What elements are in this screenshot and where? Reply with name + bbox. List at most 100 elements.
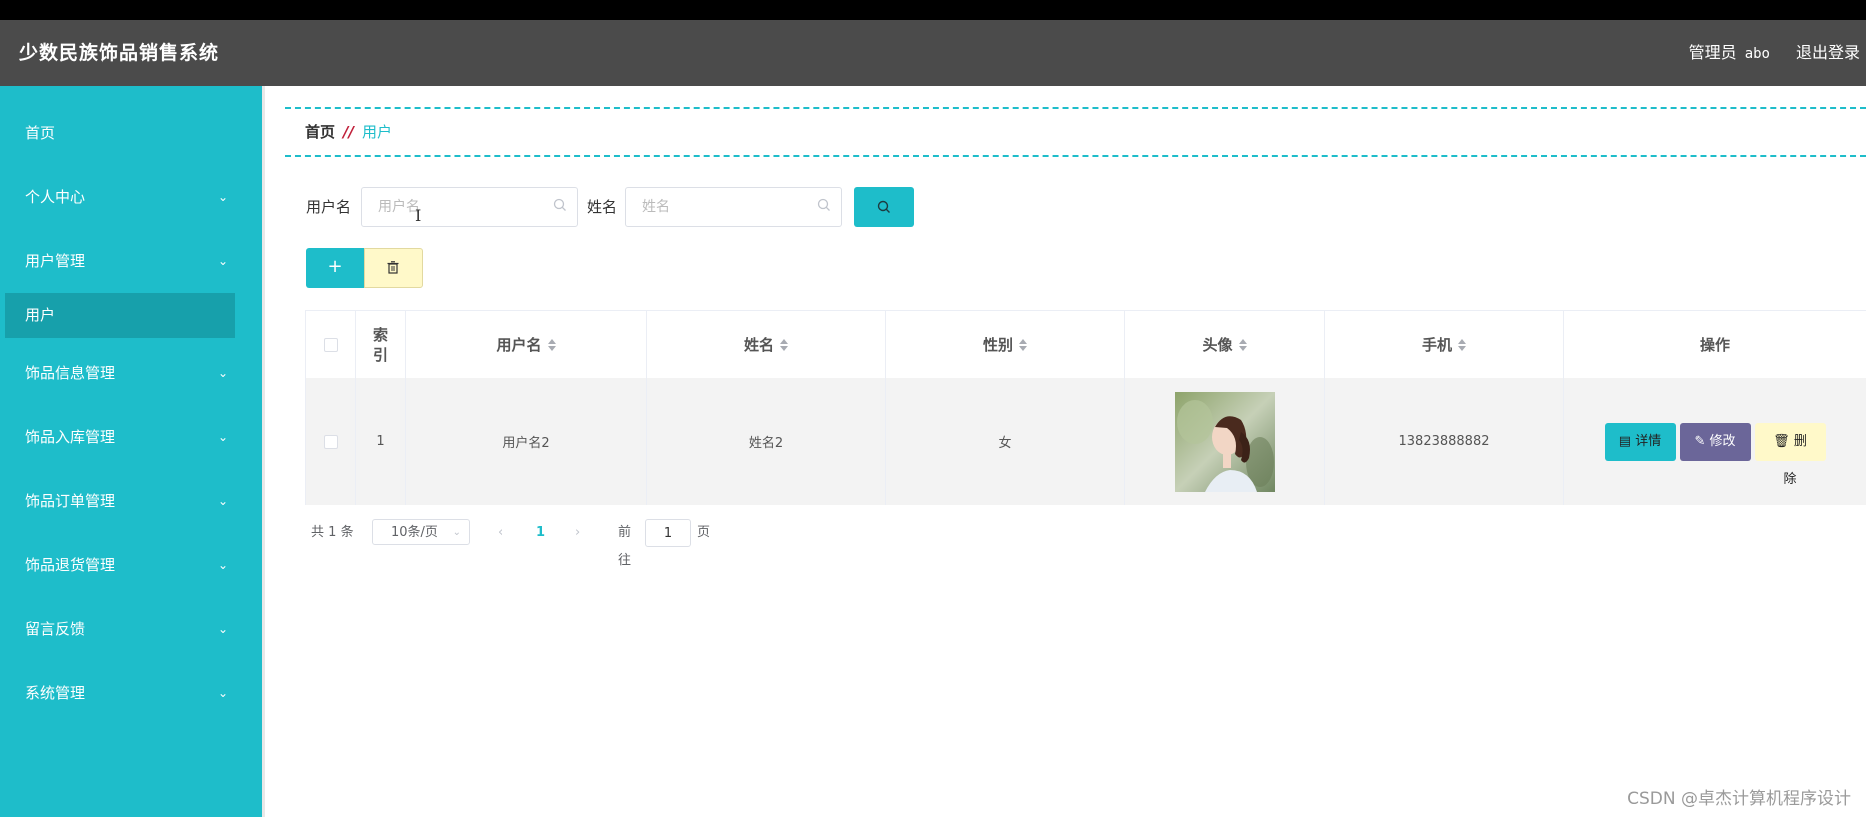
- sort-icon[interactable]: [1019, 338, 1027, 351]
- trash-icon: 🗑: [1773, 433, 1794, 449]
- username-search-input[interactable]: [376, 188, 530, 226]
- header-username-label: 用户名: [496, 336, 542, 354]
- name-search-input[interactable]: [640, 188, 794, 226]
- goto-suffix: 页: [697, 525, 711, 540]
- sidebar: 首页 个人中心 ⌄ 用户管理 ⌄ 用户 饰品信息管理 ⌄ 饰品入库管理 ⌄ 饰品…: [0, 86, 265, 817]
- header-index: 索引: [356, 311, 406, 378]
- top-black-strip: [0, 0, 1866, 20]
- header-gender-label: 性别: [982, 336, 1013, 354]
- sidebar-item-accessory-stock-in[interactable]: 饰品入库管理 ⌄: [0, 405, 262, 469]
- search-bar: 用户名 姓名: [306, 187, 1006, 227]
- sidebar-subitem-user[interactable]: 用户: [5, 293, 235, 338]
- sidebar-item-label: 饰品订单管理: [25, 492, 116, 510]
- pencil-icon: ✎: [1694, 433, 1710, 449]
- chevron-down-icon: ⌄: [217, 622, 228, 636]
- goto-label: 前往: [618, 525, 632, 568]
- breadcrumb-home[interactable]: 首页: [305, 123, 335, 141]
- sort-icon[interactable]: [1238, 338, 1247, 351]
- header-gender[interactable]: 性别: [886, 311, 1125, 378]
- sidebar-item-label: 系统管理: [25, 684, 86, 702]
- user-area: 管理员 abo 退出登录: [1689, 20, 1860, 87]
- user-name: abo: [1744, 46, 1770, 62]
- cell-gender: 女: [886, 378, 1125, 505]
- detail-button[interactable]: ▤ 详情: [1604, 422, 1676, 461]
- select-all-cell: [306, 311, 356, 378]
- search-icon: [817, 198, 830, 211]
- sort-icon[interactable]: [1458, 338, 1466, 351]
- sort-icon[interactable]: [547, 338, 556, 351]
- header-ops-label: 操作: [1699, 336, 1730, 354]
- cell-ops: ▤ 详情 ✎ 修改 🗑 删除: [1564, 378, 1866, 505]
- name-search-field[interactable]: [625, 187, 842, 227]
- header-ops: 操作: [1564, 311, 1866, 378]
- chevron-down-icon: ⌄: [217, 558, 228, 572]
- goto-page-input[interactable]: 1: [645, 519, 691, 547]
- header-username[interactable]: 用户名: [406, 311, 647, 378]
- header-index-label: 索引: [372, 325, 388, 364]
- sidebar-item-label: 留言反馈: [25, 620, 86, 638]
- username-search-field[interactable]: [361, 187, 578, 227]
- sidebar-item-label: 饰品信息管理: [25, 364, 116, 382]
- sidebar-item-feedback[interactable]: 留言反馈 ⌄: [0, 597, 262, 661]
- pagination-total: 共 1 条: [311, 519, 354, 547]
- cell-username: 用户名2: [406, 378, 647, 505]
- sidebar-item-system-management[interactable]: 系统管理 ⌄: [0, 661, 262, 725]
- user-table: 索引 用户名 姓名 性别 头像 手机 操作 1 用户名2 姓名2 女 13823…: [305, 310, 1866, 505]
- sidebar-item-user-management[interactable]: 用户管理 ⌄: [0, 229, 262, 293]
- breadcrumb-separator: //: [343, 123, 354, 141]
- page-size-select[interactable]: 10条/页 ⌄: [372, 519, 470, 545]
- batch-delete-button[interactable]: [364, 248, 423, 288]
- sidebar-item-home[interactable]: 首页: [0, 101, 262, 165]
- edit-button[interactable]: ✎ 修改: [1679, 422, 1751, 461]
- edit-button-label: 修改: [1709, 433, 1736, 449]
- watermark: CSDN @卓杰计算机程序设计: [1627, 789, 1851, 809]
- search-icon: [553, 198, 566, 211]
- chevron-down-icon: ⌄: [217, 366, 228, 380]
- chevron-down-icon: ⌄: [217, 254, 228, 268]
- sidebar-item-label: 饰品退货管理: [25, 556, 116, 574]
- prev-page-button[interactable]: ‹: [498, 519, 503, 547]
- chevron-down-icon: ⌄: [217, 430, 228, 444]
- select-all-checkbox[interactable]: [323, 337, 338, 352]
- text-cursor-icon: I: [415, 206, 422, 225]
- cell-name: 姓名2: [647, 378, 886, 505]
- total-suffix: 条: [340, 525, 354, 540]
- app-title: 少数民族饰品销售系统: [19, 42, 220, 64]
- header-name[interactable]: 姓名: [647, 311, 886, 378]
- sidebar-item-accessory-returns[interactable]: 饰品退货管理 ⌄: [0, 533, 262, 597]
- sidebar-item-label: 个人中心: [25, 188, 86, 206]
- avatar[interactable]: [1174, 391, 1275, 492]
- search-icon: [877, 200, 890, 213]
- add-button[interactable]: +: [306, 248, 364, 288]
- page-number[interactable]: 1: [536, 519, 545, 547]
- table-row: 1 用户名2 姓名2 女 13823888882 ▤ 详情 ✎ 修改 🗑 删除: [306, 378, 1866, 505]
- cell-avatar: [1125, 378, 1325, 505]
- trash-icon: [387, 261, 399, 274]
- sidebar-item-label: 首页: [25, 124, 56, 142]
- cell-index: 1: [356, 378, 406, 505]
- header-avatar[interactable]: 头像: [1125, 311, 1325, 378]
- chevron-down-icon: ⌄: [217, 190, 228, 204]
- header-name-label: 姓名: [743, 336, 774, 354]
- username-label: 用户名: [306, 198, 352, 216]
- header-phone[interactable]: 手机: [1325, 311, 1564, 378]
- row-checkbox[interactable]: [323, 434, 338, 449]
- table-header: 索引 用户名 姓名 性别 头像 手机 操作: [306, 311, 1866, 379]
- logout-button[interactable]: 退出登录: [1796, 43, 1860, 62]
- total-prefix: 共: [311, 525, 325, 540]
- sidebar-item-accessory-orders[interactable]: 饰品订单管理 ⌄: [0, 469, 262, 533]
- app-header: 少数民族饰品销售系统 管理员 abo 退出登录: [0, 20, 1866, 86]
- document-icon: ▤: [1618, 433, 1636, 449]
- delete-button[interactable]: 🗑 删除: [1754, 422, 1826, 487]
- detail-button-label: 详情: [1635, 433, 1662, 449]
- sort-icon[interactable]: [780, 338, 788, 351]
- page-size-value: 10条/页: [391, 525, 438, 540]
- sidebar-item-accessory-info[interactable]: 饰品信息管理 ⌄: [0, 341, 262, 405]
- sidebar-item-personal-center[interactable]: 个人中心 ⌄: [0, 165, 262, 229]
- next-page-button[interactable]: ›: [575, 519, 580, 547]
- header-phone-label: 手机: [1421, 336, 1452, 354]
- name-label: 姓名: [587, 198, 618, 216]
- chevron-down-icon: ⌄: [217, 494, 228, 508]
- sidebar-item-label: 饰品入库管理: [25, 428, 116, 446]
- search-button[interactable]: [854, 187, 914, 227]
